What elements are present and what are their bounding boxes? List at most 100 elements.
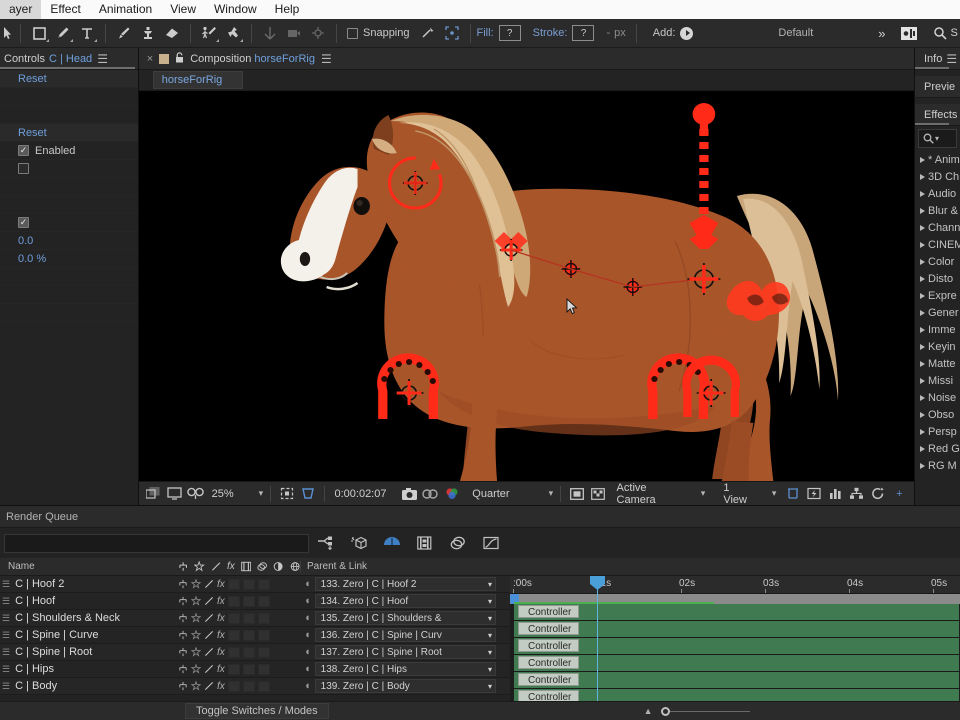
disclosure-triangle-icon[interactable]: [920, 207, 925, 214]
disclosure-triangle-icon[interactable]: [920, 445, 925, 452]
toggle-switches-modes-button[interactable]: Toggle Switches / Modes: [185, 703, 329, 719]
layer-list[interactable]: ☰ C | Hoof 2 fx ◖ 133. Zero | C | Hoof 2…: [0, 576, 510, 701]
switch-box-2[interactable]: [242, 612, 255, 624]
effect-category[interactable]: Persp: [915, 423, 960, 440]
fill-control[interactable]: Fill: ?: [477, 25, 521, 41]
track-row[interactable]: Controller: [510, 638, 960, 655]
layer-name-cell[interactable]: ☰ C | Spine | Root: [0, 646, 178, 658]
parent-dropdown[interactable]: 139. Zero | C | Body ▾: [314, 679, 496, 693]
effect-category[interactable]: Expre: [915, 287, 960, 304]
eraser-tool-icon[interactable]: [160, 22, 184, 44]
quality-icon[interactable]: [204, 681, 214, 691]
effect-row-enabled[interactable]: Enabled: [0, 142, 138, 160]
3d-glasses-icon[interactable]: [187, 485, 205, 502]
effect-category[interactable]: Imme: [915, 321, 960, 338]
workspace-settings-icon[interactable]: [897, 22, 921, 44]
snap-magnet-icon[interactable]: [416, 22, 440, 44]
layer-bar-label[interactable]: Controller: [518, 639, 580, 652]
effect-reset-row-2[interactable]: Reset: [0, 124, 138, 142]
menu-item-help[interactable]: Help: [266, 0, 309, 19]
percent-value[interactable]: 0.0 %: [18, 253, 46, 265]
menu-item-animation[interactable]: Animation: [90, 0, 161, 19]
zoom-out-icon[interactable]: ▲: [644, 706, 653, 716]
composition-panel-menu-icon[interactable]: ☰: [321, 52, 332, 66]
effect-category[interactable]: Red G: [915, 440, 960, 457]
disclosure-triangle-icon[interactable]: [920, 428, 925, 435]
disclosure-triangle-icon[interactable]: [920, 258, 925, 265]
pick-whip-icon[interactable]: ◖: [304, 595, 311, 607]
roto-brush-tool-icon[interactable]: [197, 22, 221, 44]
fx-icon[interactable]: fx: [217, 647, 225, 658]
effect-category[interactable]: RG M: [915, 457, 960, 474]
effect-category[interactable]: Matte: [915, 355, 960, 372]
switch-box-3[interactable]: [257, 612, 270, 624]
breadcrumb-item[interactable]: horseForRig: [152, 71, 243, 89]
snapping-control[interactable]: Snapping: [347, 27, 410, 39]
fx-icon[interactable]: fx: [217, 664, 225, 675]
hoof-controller[interactable]: [376, 353, 439, 419]
pick-whip-icon[interactable]: ◖: [304, 663, 311, 675]
switch-box-1[interactable]: [227, 680, 240, 692]
puppet-pin-tool-icon[interactable]: [221, 22, 245, 44]
layer-parent-cell[interactable]: ◖ 137. Zero | C | Spine | Root ▾: [300, 645, 496, 659]
switch-box-1[interactable]: [227, 595, 240, 607]
show-snapshot-icon[interactable]: [422, 485, 439, 502]
layer-parent-cell[interactable]: ◖ 136. Zero | C | Spine | Curv ▾: [300, 628, 496, 642]
pick-whip-icon[interactable]: ◖: [304, 612, 311, 624]
effect-row-checkbox-off[interactable]: [0, 160, 138, 178]
layer-switches-cell[interactable]: fx: [178, 612, 300, 624]
shoulders-neck-controller[interactable]: [494, 232, 528, 261]
layer-name-cell[interactable]: ☰ C | Spine | Curve: [0, 629, 178, 641]
quality-icon[interactable]: [204, 596, 214, 606]
pick-whip-icon[interactable]: ◖: [304, 578, 311, 590]
effect-category[interactable]: Noise: [915, 389, 960, 406]
info-panel-menu-icon[interactable]: ☰: [946, 52, 957, 66]
motion-blur-icon[interactable]: [375, 531, 408, 555]
table-row[interactable]: ☰ C | Spine | Root fx ◖ 137. Zero | C | …: [0, 644, 510, 661]
pen-tool-icon[interactable]: [51, 22, 75, 44]
workspace-overflow-icon[interactable]: »: [878, 26, 885, 41]
timeline-search-input[interactable]: [4, 533, 309, 553]
unchecked-checkbox[interactable]: [18, 163, 29, 174]
layer-switches-cell[interactable]: fx: [178, 663, 300, 675]
table-row[interactable]: ☰ C | Shoulders & Neck fx ◖ 135. Zero | …: [0, 610, 510, 627]
composition-viewer[interactable]: [138, 91, 914, 481]
layer-name-cell[interactable]: ☰ C | Hoof: [0, 595, 178, 607]
layer-duration-bar[interactable]: [514, 604, 959, 620]
layer-bar-label[interactable]: Controller: [518, 605, 580, 618]
solo-icon[interactable]: [191, 630, 201, 640]
close-icon[interactable]: ×: [147, 53, 153, 65]
stroke-width-value[interactable]: -: [606, 27, 610, 39]
parent-dropdown[interactable]: 135. Zero | C | Shoulders & ▾: [314, 611, 496, 625]
timeline-zoom-slider[interactable]: ▲: [644, 706, 750, 716]
enabled-checkbox[interactable]: [18, 145, 29, 156]
tab-render-queue[interactable]: Render Queue: [6, 511, 78, 523]
reset-link-2[interactable]: Reset: [18, 127, 47, 139]
switch-box-2[interactable]: [242, 578, 255, 590]
resolution-dropdown[interactable]: Quarter ▾: [472, 488, 553, 500]
effects-search-input[interactable]: ▾: [918, 129, 957, 148]
stroke-swatch[interactable]: ?: [572, 25, 595, 41]
toolbar-search[interactable]: S: [933, 26, 958, 40]
parent-dropdown[interactable]: 136. Zero | C | Spine | Curv ▾: [314, 628, 496, 642]
disclosure-triangle-icon[interactable]: [920, 292, 925, 299]
pick-whip-icon[interactable]: ◖: [304, 646, 311, 658]
region-of-interest-icon[interactable]: [278, 485, 295, 502]
parent-icon[interactable]: [178, 681, 188, 691]
switch-box-3[interactable]: [257, 595, 270, 607]
fx-icon[interactable]: fx: [217, 613, 225, 624]
take-snapshot-icon[interactable]: [400, 485, 417, 502]
layer-parent-cell[interactable]: ◖ 138. Zero | C | Hips ▾: [300, 662, 496, 676]
parent-icon[interactable]: [178, 579, 188, 589]
layer-parent-cell[interactable]: ◖ 134. Zero | C | Hoof ▾: [300, 594, 496, 608]
layer-name-cell[interactable]: ☰ C | Hips: [0, 663, 178, 675]
layer-switches-cell[interactable]: fx: [178, 646, 300, 658]
quality-icon[interactable]: [204, 630, 214, 640]
time-ruler[interactable]: :00s 01s 02s 03s 04s 05s: [510, 576, 960, 594]
fill-swatch[interactable]: ?: [498, 25, 521, 41]
track-row[interactable]: Controller: [510, 689, 960, 701]
parent-icon[interactable]: [178, 613, 188, 623]
layer-name-cell[interactable]: ☰ C | Hoof 2: [0, 578, 178, 590]
layer-switches-cell[interactable]: fx: [178, 595, 300, 607]
layer-duration-bar[interactable]: [514, 621, 959, 637]
